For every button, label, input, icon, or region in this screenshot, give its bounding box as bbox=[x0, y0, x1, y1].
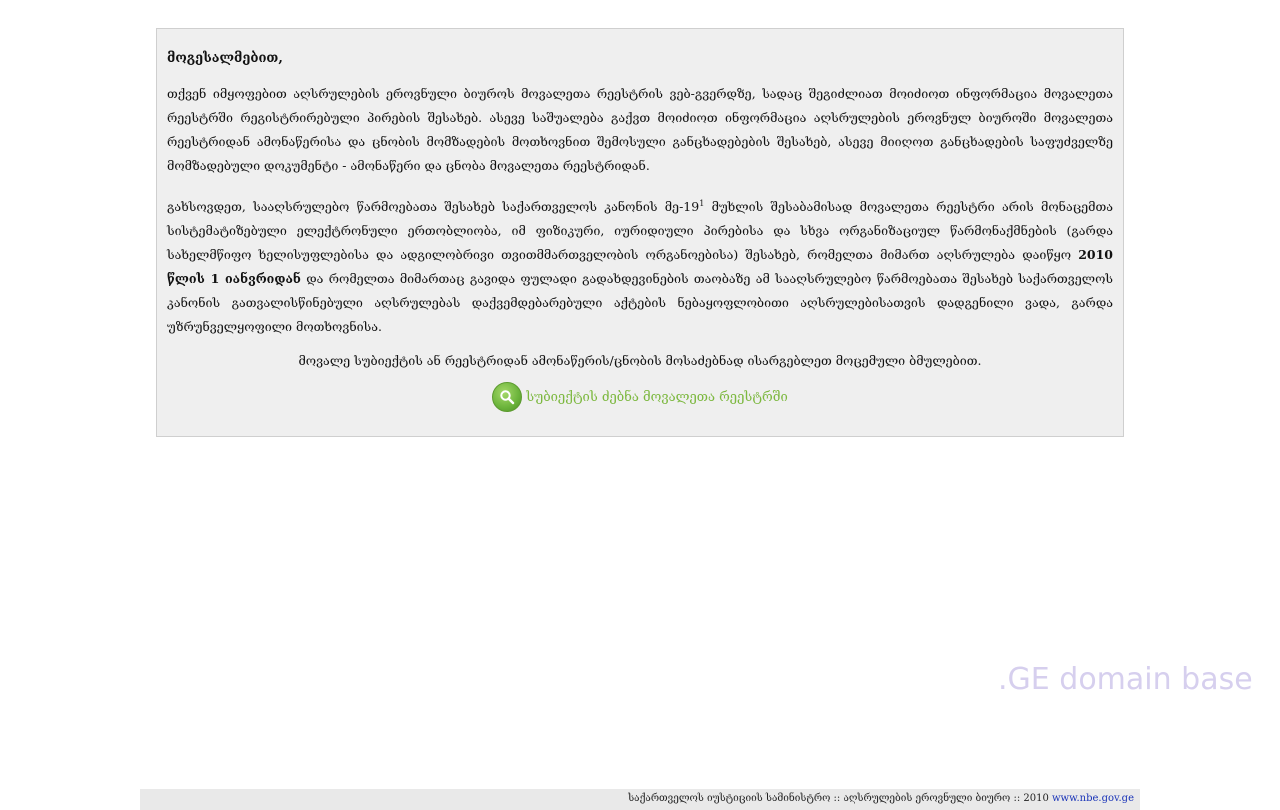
search-icon[interactable] bbox=[492, 382, 523, 413]
reminder-paragraph: გახსოვდეთ, სააღსრულებო წარმოებათა შესახე… bbox=[167, 192, 1113, 339]
greeting-heading: მოგესალმებით, bbox=[167, 51, 283, 66]
search-debtor-link-label[interactable]: სუბიექტის ძებნა მოვალეთა რეესტრში bbox=[526, 390, 787, 405]
page-footer: საქართველოს იუსტიციის სამინისტრო :: აღსრ… bbox=[140, 789, 1140, 810]
footer-website-link[interactable]: www.nbe.gov.ge bbox=[1052, 793, 1134, 804]
search-debtor-link[interactable]: სუბიექტის ძებნა მოვალეთა რეესტრში bbox=[167, 382, 1113, 413]
info-panel: მოგესალმებით, თქვენ იმყოფებით აღსრულების… bbox=[156, 28, 1124, 438]
magnifier-glyph bbox=[500, 390, 515, 405]
reminder-text-3: და რომელთა მიმართაც გავიდა ფულადი გადახდ… bbox=[167, 271, 1114, 335]
footer-text: საქართველოს იუსტიციის სამინისტრო :: აღსრ… bbox=[628, 793, 1052, 804]
links-note: მოვალე სუბიექტის ან რეესტრიდან ამონაწერი… bbox=[298, 353, 982, 369]
reminder-text-1: გახსოვდეთ, სააღსრულებო წარმოებათა შესახე… bbox=[167, 199, 700, 215]
intro-paragraph: თქვენ იმყოფებით აღსრულების ეროვნული ბიურ… bbox=[167, 86, 1113, 173]
watermark: .GE domain base bbox=[998, 662, 1253, 697]
